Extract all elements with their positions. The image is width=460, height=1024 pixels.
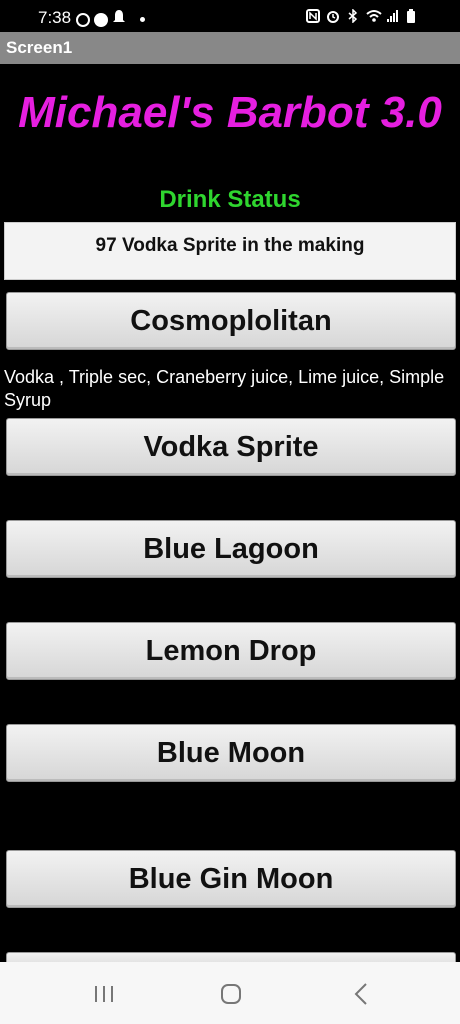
facebook-icon	[94, 12, 108, 27]
status-left-icons	[76, 9, 145, 30]
wifi-icon	[366, 9, 382, 23]
drink-status-box: 97 Vodka Sprite in the making	[4, 222, 456, 280]
drink-status-text: 97 Vodka Sprite in the making	[95, 235, 365, 256]
ingredients-text: Vodka , Triple sec, Craneberry juice, Li…	[4, 367, 445, 410]
bluetooth-icon	[346, 8, 360, 24]
signal-icon	[386, 9, 400, 23]
blue-lagoon-button[interactable]: Blue Lagoon	[6, 520, 456, 578]
status-time: 7:38	[38, 8, 72, 27]
cosmopolitan-button[interactable]: Cosmoplolitan	[6, 292, 456, 350]
status-bar: 7:38	[0, 0, 460, 32]
blue-gin-moon-button[interactable]: Blue Gin Moon	[6, 850, 456, 908]
notification-dot-icon	[140, 17, 145, 22]
lemon-drop-button[interactable]: Lemon Drop	[6, 622, 456, 680]
battery-icon	[406, 9, 420, 23]
navigation-bar	[0, 962, 460, 1024]
nfc-icon	[306, 9, 320, 23]
blue-moon-button[interactable]: Blue Moon	[6, 724, 456, 782]
screen-title: Screen1	[6, 38, 73, 57]
back-icon[interactable]	[350, 982, 374, 1006]
title-bar: Screen1	[0, 32, 460, 64]
drink-status-label: Drink Status	[159, 186, 301, 213]
recents-icon[interactable]	[92, 982, 116, 1006]
status-right-icons	[306, 8, 420, 24]
circle-icon	[76, 12, 90, 27]
alert-icon	[112, 9, 126, 30]
alarm-icon	[326, 9, 340, 23]
home-icon[interactable]	[219, 982, 243, 1006]
vodka-sprite-button[interactable]: Vodka Sprite	[6, 418, 456, 476]
app-title: Michael's Barbot 3.0	[18, 88, 442, 137]
